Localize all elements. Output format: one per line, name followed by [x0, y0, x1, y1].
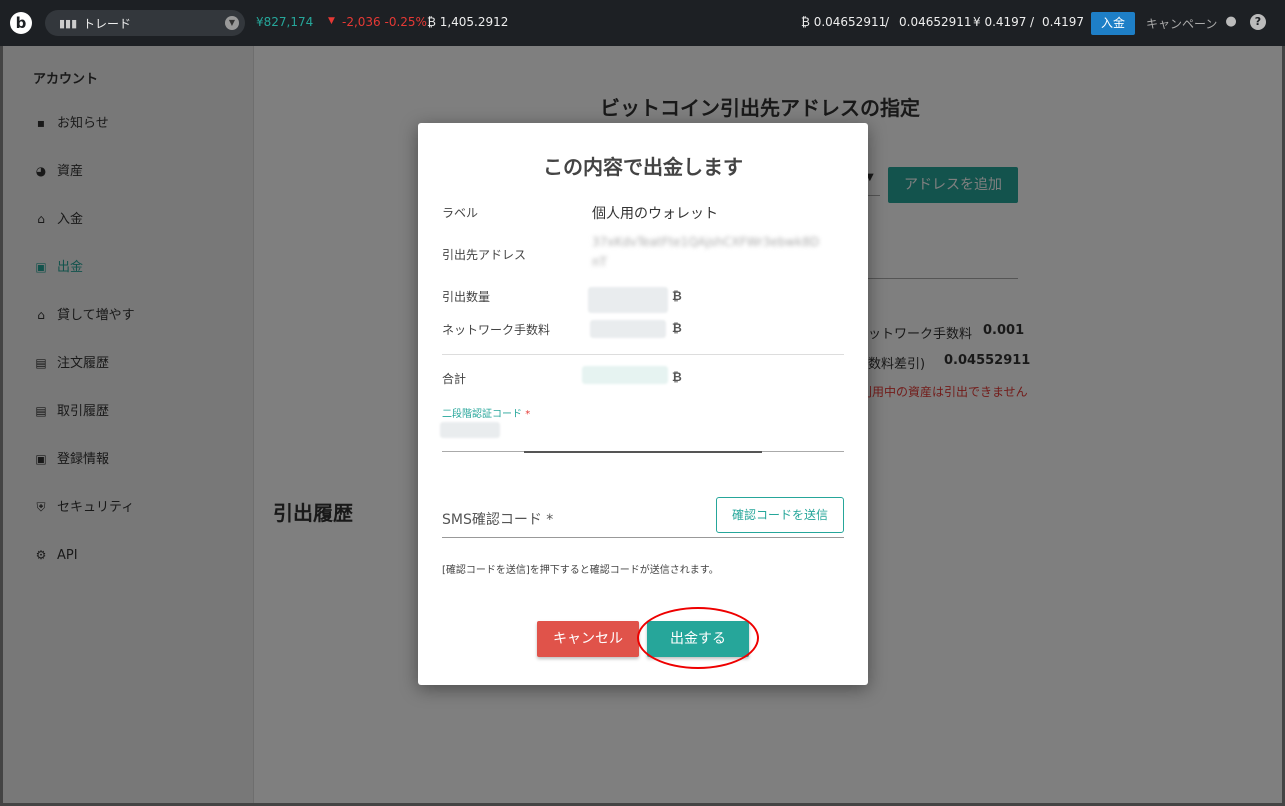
- btc-symbol: ₿: [672, 289, 682, 303]
- deposit-button[interactable]: 入金: [1091, 12, 1135, 35]
- logo[interactable]: b: [10, 12, 32, 34]
- sms-code-underline: [442, 537, 844, 538]
- address-key: 引出先アドレス: [442, 248, 527, 262]
- fee-value-redacted: [590, 320, 666, 338]
- triangle-down-icon: ▼: [328, 16, 335, 26]
- required-mark: *: [525, 409, 531, 420]
- jpy-balance-available: 0.4197: [1042, 15, 1084, 29]
- btc-balance: ₿ 0.04652911: [801, 15, 887, 29]
- cancel-button[interactable]: キャンセル: [537, 621, 639, 657]
- amount-key: 引出数量: [442, 290, 491, 304]
- two-factor-focus-bar: [524, 451, 762, 453]
- helper-note: [確認コードを送信]を押下すると確認コードが送信されます。: [442, 565, 719, 576]
- withdraw-button[interactable]: 出金する: [647, 621, 749, 657]
- trade-selector[interactable]: ▮▮▮ トレード ▼: [45, 10, 245, 36]
- btc-symbol: ₿: [672, 321, 682, 335]
- address-value: 37xKdvTeatFte1QAjshCXFWr3ebwk8D: [592, 235, 820, 249]
- two-factor-input[interactable]: [440, 422, 500, 438]
- separator: /: [1030, 15, 1035, 29]
- separator: /: [885, 15, 890, 29]
- btc-balance-available: 0.04652911: [899, 15, 972, 29]
- two-factor-label: 二段階認証コード *: [442, 405, 530, 420]
- fee-key: ネットワーク手数料: [442, 323, 551, 337]
- btc-symbol: ₿: [672, 370, 682, 384]
- campaign-link[interactable]: キャンペーン: [1146, 15, 1217, 32]
- jpy-price: ¥827,174: [256, 15, 314, 29]
- chart-icon: ▮▮▮: [59, 17, 78, 30]
- label-value: 個人用のウォレット: [592, 206, 718, 222]
- btc-volume: ₿ 1,405.2912: [427, 15, 509, 29]
- price-change: -2,036 -0.25%: [342, 15, 427, 29]
- user-icon[interactable]: ●: [1223, 14, 1239, 30]
- address-value-line2: nT: [592, 255, 607, 269]
- send-code-button[interactable]: 確認コードを送信: [716, 497, 844, 533]
- help-icon[interactable]: ?: [1250, 14, 1266, 30]
- dialog-title: この内容で出金します: [543, 155, 743, 179]
- top-bar: b ▮▮▮ トレード ▼ ¥827,174 ▼ -2,036 -0.25% ₿ …: [0, 0, 1285, 46]
- total-key: 合計: [442, 372, 467, 386]
- chevron-down-icon: ▼: [225, 16, 239, 30]
- trade-label: トレード: [83, 17, 132, 31]
- two-factor-label-text: 二段階認証コード: [442, 409, 522, 420]
- label-key: ラベル: [442, 206, 479, 220]
- divider: [442, 354, 844, 355]
- confirm-withdraw-dialog: この内容で出金します ラベル 個人用のウォレット 引出先アドレス 37xKdvT…: [418, 123, 868, 685]
- amount-value-redacted: [588, 287, 668, 313]
- total-value-redacted: [582, 366, 668, 384]
- jpy-balance: ¥ 0.4197: [973, 15, 1027, 29]
- sms-code-input[interactable]: SMS確認コード *: [442, 509, 553, 529]
